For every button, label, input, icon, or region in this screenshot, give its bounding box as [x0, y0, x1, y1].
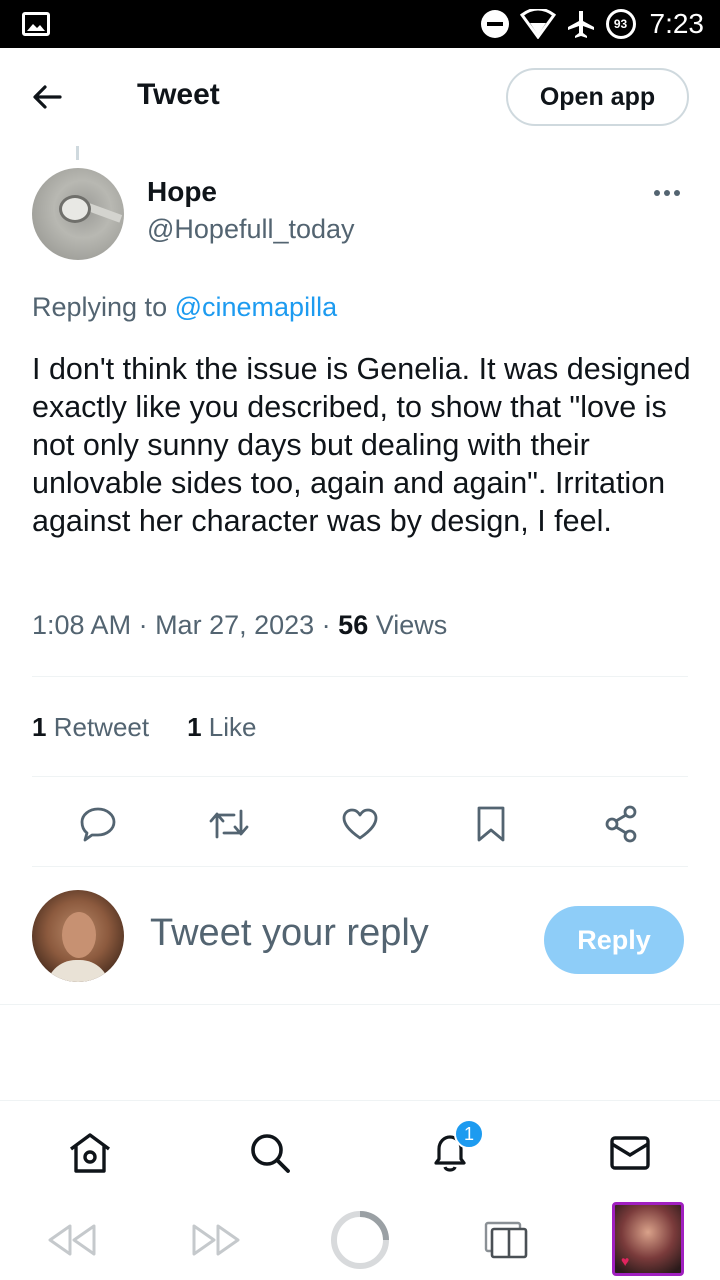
- retweet-icon[interactable]: [201, 796, 257, 852]
- profile-thumbnail[interactable]: ♥: [612, 1202, 684, 1276]
- reply-input[interactable]: Tweet your reply: [150, 912, 429, 955]
- tabs-icon[interactable]: [478, 1210, 534, 1270]
- retweets-stat[interactable]: 1 Retweet: [32, 712, 149, 743]
- messages-icon[interactable]: [606, 1129, 654, 1177]
- likes-stat[interactable]: 1 Like: [187, 712, 256, 743]
- tweet-stats: 1 Retweet 1 Like: [32, 712, 257, 743]
- tweet-time[interactable]: 1:08 AM: [32, 610, 131, 640]
- bottom-nav: 1: [0, 1100, 720, 1200]
- thread-line: [76, 146, 79, 160]
- tweet-meta: 1:08 AM · Mar 27, 2023 · 56 Views: [32, 610, 448, 640]
- header: Tweet Open app: [0, 48, 720, 146]
- divider: [32, 676, 688, 677]
- loading-icon[interactable]: [328, 1210, 392, 1270]
- page-title: Tweet: [137, 78, 220, 111]
- author-name[interactable]: Hope: [147, 176, 217, 208]
- clock: 7:23: [649, 8, 705, 39]
- divider: [0, 1004, 720, 1005]
- reply-button[interactable]: Reply: [544, 906, 684, 974]
- retweets-label: Retweet: [53, 712, 150, 742]
- tweet-text: I don't think the issue is Genelia. It w…: [32, 352, 691, 538]
- battery-indicator: 93: [605, 9, 636, 39]
- gallery-notification-icon: [22, 12, 50, 36]
- heart-icon: ♥: [621, 1253, 630, 1269]
- likes-count: 1: [187, 712, 202, 742]
- retweets-count: 1: [32, 712, 47, 742]
- reply-icon[interactable]: [70, 796, 126, 852]
- replying-prefix: Replying to: [32, 292, 168, 322]
- airplane-mode-icon: [566, 9, 596, 39]
- replying-to-handle-link[interactable]: @cinemapilla: [175, 292, 337, 322]
- status-bar: 93 7:23: [0, 0, 720, 48]
- back-button[interactable]: [30, 80, 70, 114]
- views-label: Views: [375, 610, 448, 640]
- more-options-icon[interactable]: [654, 184, 686, 202]
- tweet-date[interactable]: Mar 27, 2023: [155, 610, 314, 640]
- arrow-left-icon: [33, 85, 62, 109]
- bookmark-icon[interactable]: [463, 796, 519, 852]
- current-user-avatar[interactable]: [32, 890, 124, 982]
- views-count: 56: [338, 610, 369, 640]
- fast-forward-icon[interactable]: [188, 1210, 244, 1270]
- do-not-disturb-icon: [480, 9, 510, 39]
- share-icon[interactable]: [593, 796, 649, 852]
- search-icon[interactable]: [246, 1129, 294, 1177]
- notifications-icon[interactable]: 1: [426, 1119, 484, 1177]
- home-icon[interactable]: [66, 1129, 114, 1177]
- notification-badge: 1: [454, 1119, 484, 1149]
- author-handle[interactable]: @Hopefull_today: [147, 214, 355, 245]
- likes-label: Like: [208, 712, 257, 742]
- divider: [32, 776, 688, 777]
- author-avatar[interactable]: [32, 168, 124, 260]
- tweet-actions: [32, 796, 688, 852]
- wifi-icon: [519, 9, 556, 39]
- rewind-icon[interactable]: [44, 1210, 100, 1270]
- like-icon[interactable]: [332, 796, 388, 852]
- divider: [32, 866, 688, 867]
- open-app-button[interactable]: Open app: [506, 68, 689, 126]
- replying-to: Replying to @cinemapilla: [32, 292, 337, 323]
